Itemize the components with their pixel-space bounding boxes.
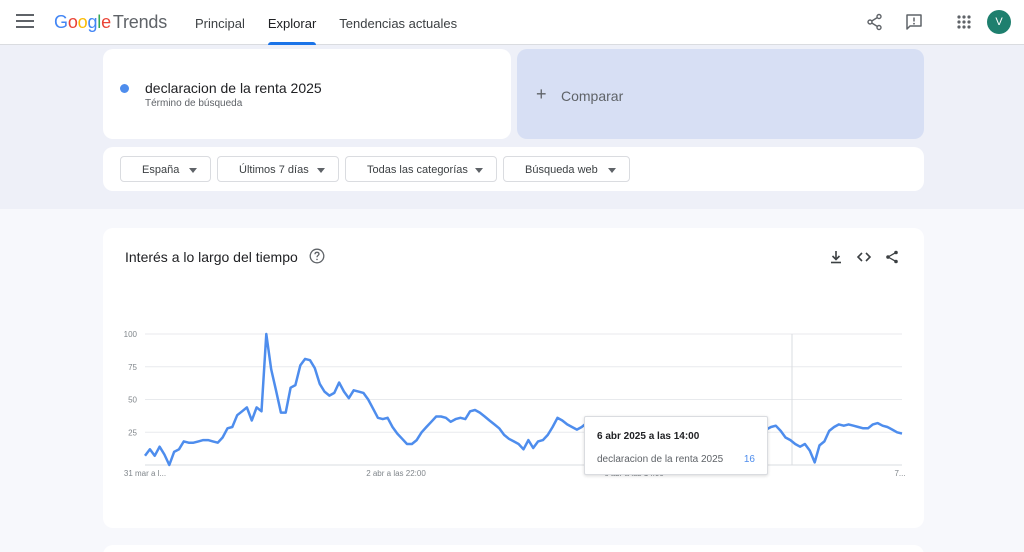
line-chart[interactable]: 25 50 75 100 31 mar a l... 2 abr a las 22:00 6… (0, 0, 1024, 552)
x-tick-label: 31 mar a l... (124, 469, 166, 478)
tooltip-value: 16 (743, 454, 755, 465)
x-tick-label: 7... (894, 469, 905, 478)
chart-tooltip: 6 abr 2025 a las 14:00 declaracion de la… (584, 416, 768, 475)
y-tick-label: 25 (128, 428, 137, 437)
y-tick-label: 50 (128, 396, 137, 405)
x-tick-label: 2 abr a las 22:00 (366, 469, 426, 478)
y-tick-label: 100 (124, 330, 138, 339)
next-card (103, 545, 924, 552)
y-tick-label: 75 (128, 363, 137, 372)
tooltip-date: 6 abr 2025 a las 14:00 (597, 431, 700, 442)
tooltip-term: declaracion de la renta 2025 (597, 454, 724, 465)
